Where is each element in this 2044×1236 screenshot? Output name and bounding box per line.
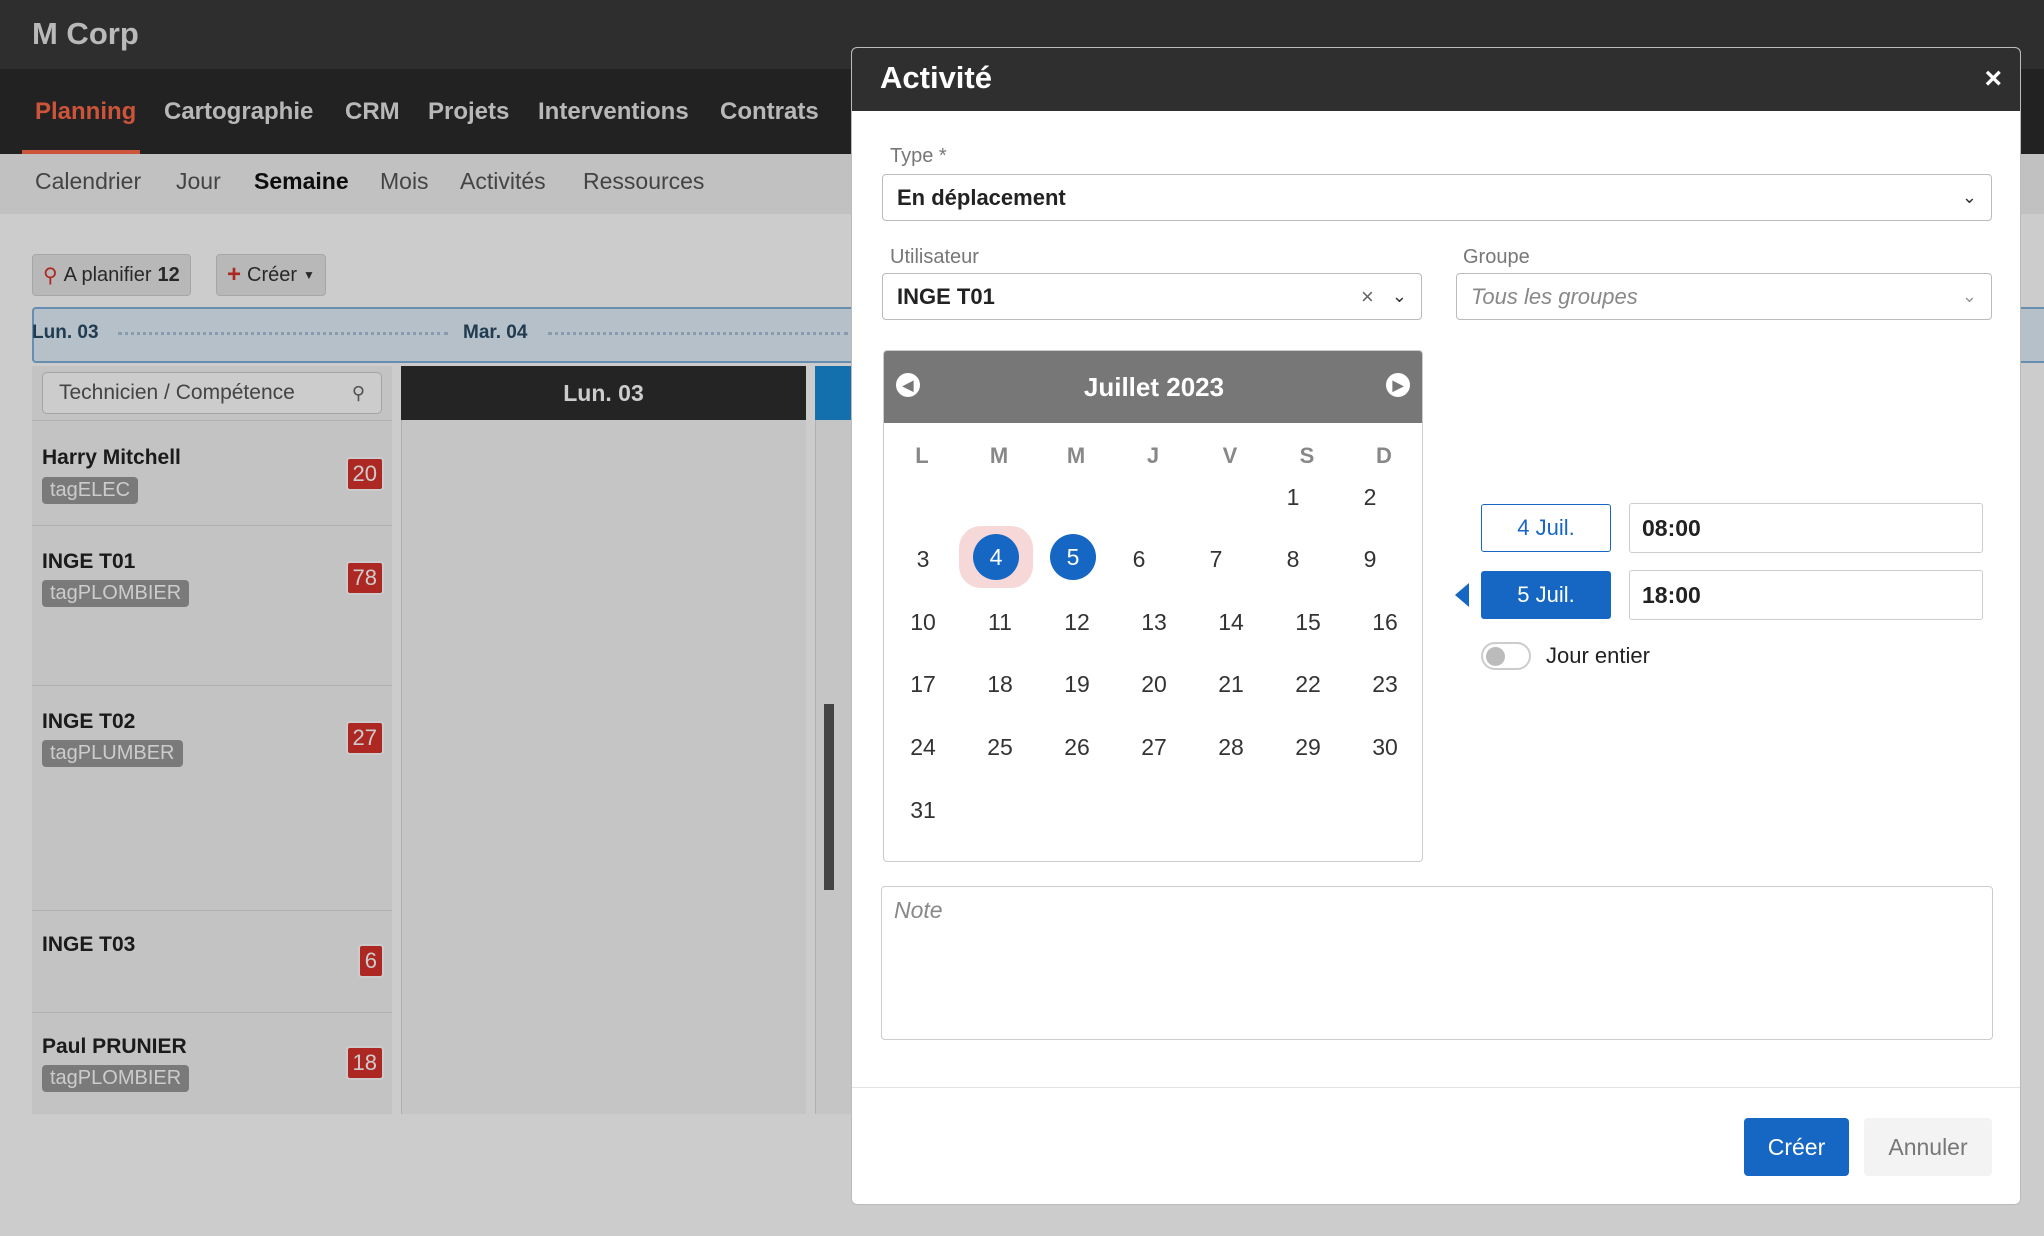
start-date-button[interactable]: 4 Juil. bbox=[1481, 504, 1611, 552]
modal-title: Activité bbox=[880, 60, 992, 95]
calendar-day[interactable]: 11 bbox=[972, 594, 1028, 650]
group-select[interactable]: Tous les groupes ⌄ bbox=[1456, 273, 1992, 320]
activity-modal: Activité × Type * En déplacement ⌄ Utili… bbox=[851, 47, 2021, 1205]
end-date-button[interactable]: 5 Juil. bbox=[1481, 571, 1611, 619]
toggle-knob bbox=[1486, 647, 1505, 666]
chevron-down-icon: ⌄ bbox=[1391, 286, 1407, 306]
clear-icon[interactable]: × bbox=[1361, 284, 1374, 310]
modal-header bbox=[852, 48, 2020, 111]
type-value: En déplacement bbox=[897, 184, 1066, 210]
create-button[interactable]: Créer bbox=[1744, 1118, 1849, 1176]
all-day-label: Jour entier bbox=[1546, 643, 1650, 668]
calendar-day[interactable]: 7 bbox=[1188, 531, 1244, 587]
calendar-day[interactable]: 30 bbox=[1357, 719, 1413, 775]
next-month-icon[interactable]: ▶ bbox=[1386, 373, 1410, 397]
note-textarea[interactable]: Note bbox=[881, 886, 1993, 1040]
calendar-day[interactable]: 14 bbox=[1203, 594, 1259, 650]
calendar-day[interactable]: 20 bbox=[1126, 656, 1182, 712]
user-value: INGE T01 bbox=[897, 283, 995, 309]
calendar-day[interactable]: 3 bbox=[895, 531, 951, 587]
date-calendar: Juillet 2023 ◀ ▶ L M M J V S D 1 2 3 4 5… bbox=[883, 350, 1423, 862]
calendar-day[interactable]: 12 bbox=[1049, 594, 1105, 650]
cancel-button[interactable]: Annuler bbox=[1864, 1118, 1992, 1176]
calendar-day[interactable]: 10 bbox=[895, 594, 951, 650]
user-select[interactable]: INGE T01 × ⌄ bbox=[882, 273, 1422, 320]
calendar-day[interactable]: 19 bbox=[1049, 656, 1105, 712]
calendar-day[interactable]: 2 bbox=[1342, 469, 1398, 525]
calendar-month: Juillet 2023 bbox=[1083, 371, 1225, 402]
calendar-day[interactable]: 27 bbox=[1126, 719, 1182, 775]
weekday-header: V bbox=[1222, 443, 1238, 468]
user-label: Utilisateur bbox=[890, 246, 979, 268]
calendar-day[interactable]: 26 bbox=[1049, 719, 1105, 775]
weekday-header: D bbox=[1376, 443, 1392, 468]
calendar-day[interactable]: 18 bbox=[972, 656, 1028, 712]
group-label: Groupe bbox=[1463, 246, 1530, 268]
calendar-day[interactable]: 16 bbox=[1357, 594, 1413, 650]
calendar-day[interactable]: 23 bbox=[1357, 656, 1413, 712]
calendar-day[interactable]: 25 bbox=[972, 719, 1028, 775]
calendar-day[interactable]: 8 bbox=[1265, 531, 1321, 587]
calendar-day-start[interactable]: 4 bbox=[973, 534, 1019, 580]
weekday-header: J bbox=[1146, 443, 1160, 468]
weekday-header: M bbox=[989, 443, 1009, 468]
group-placeholder: Tous les groupes bbox=[1471, 283, 1638, 309]
start-time-input[interactable]: 08:00 bbox=[1629, 503, 1983, 553]
calendar-day[interactable]: 9 bbox=[1342, 531, 1398, 587]
weekday-header: L bbox=[915, 443, 929, 468]
end-time-input[interactable]: 18:00 bbox=[1629, 570, 1983, 620]
prev-month-icon[interactable]: ◀ bbox=[896, 373, 920, 397]
modal-footer-divider bbox=[852, 1087, 2020, 1088]
calendar-day[interactable]: 13 bbox=[1126, 594, 1182, 650]
chevron-down-icon: ⌄ bbox=[1961, 187, 1977, 207]
calendar-day[interactable]: 17 bbox=[895, 656, 951, 712]
chevron-down-icon: ⌄ bbox=[1961, 286, 1977, 306]
calendar-day[interactable]: 24 bbox=[895, 719, 951, 775]
calendar-day[interactable]: 22 bbox=[1280, 656, 1336, 712]
note-placeholder: Note bbox=[894, 897, 943, 923]
calendar-day-end[interactable]: 5 bbox=[1050, 534, 1096, 580]
weekday-header: S bbox=[1299, 443, 1315, 468]
weekday-header: M bbox=[1066, 443, 1086, 468]
close-icon[interactable]: × bbox=[1984, 62, 2002, 96]
calendar-day[interactable]: 29 bbox=[1280, 719, 1336, 775]
calendar-day[interactable]: 15 bbox=[1280, 594, 1336, 650]
calendar-day[interactable]: 6 bbox=[1111, 531, 1167, 587]
type-label: Type * bbox=[890, 145, 947, 167]
type-select[interactable]: En déplacement ⌄ bbox=[882, 174, 1992, 221]
calendar-day[interactable]: 31 bbox=[895, 782, 951, 838]
all-day-toggle[interactable] bbox=[1481, 642, 1531, 670]
calendar-day[interactable]: 1 bbox=[1265, 469, 1321, 525]
calendar-day[interactable]: 21 bbox=[1203, 656, 1259, 712]
current-pointer-icon bbox=[1455, 583, 1469, 607]
calendar-day[interactable]: 28 bbox=[1203, 719, 1259, 775]
calendar-header: Juillet 2023 bbox=[884, 351, 1422, 423]
